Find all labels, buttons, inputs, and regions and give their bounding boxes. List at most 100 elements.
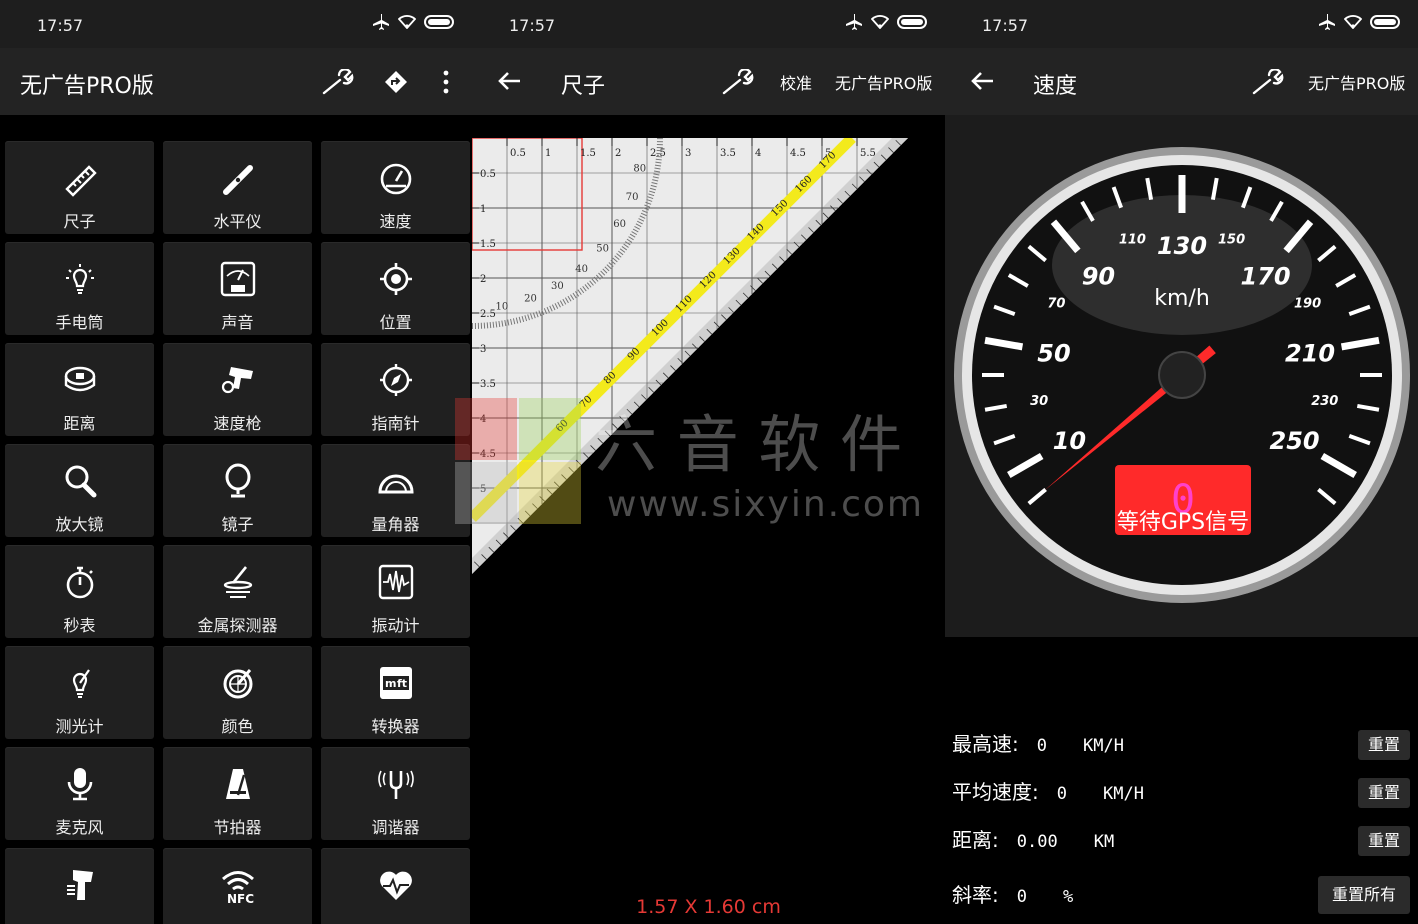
speedometer-icon bbox=[377, 159, 415, 197]
battery-icon bbox=[424, 15, 454, 29]
tool-tile-magnifier[interactable]: 放大镜 bbox=[5, 444, 154, 537]
measurement-readout: 1.57 X 1.60 cm bbox=[636, 896, 781, 918]
left-tick-label: 4.5 bbox=[480, 449, 496, 460]
ruler-icon bbox=[61, 159, 99, 197]
tool-tile-stopwatch[interactable]: 秒表 bbox=[5, 545, 154, 638]
ruler-screen: 17:57 尺子 校准 无广告PRO版 0.5 1 1.5 2 2.5 3 3.5 4 4.5 5… bbox=[472, 0, 945, 924]
airplane-mode-icon bbox=[846, 14, 862, 30]
tool-tile-barcode-scanner[interactable] bbox=[5, 848, 154, 924]
left-tick-label: 0.5 bbox=[480, 169, 496, 180]
tool-tile-sound-meter[interactable]: 声音 bbox=[163, 242, 312, 335]
tool-tile-vibrometer[interactable]: 振动计 bbox=[321, 545, 470, 638]
tool-tile-label: 放大镜 bbox=[55, 515, 104, 534]
wrench-icon[interactable] bbox=[322, 69, 354, 95]
tool-tile-label: 麦克风 bbox=[55, 818, 104, 837]
app-bar: 速度 无广告PRO版 bbox=[945, 48, 1418, 115]
tool-tile-metal-detector[interactable]: 金属探测器 bbox=[163, 545, 312, 638]
tool-tile-label: 水平仪 bbox=[213, 212, 262, 231]
directions-icon[interactable] bbox=[384, 70, 408, 94]
tool-tile-tape-measure[interactable]: 距离 bbox=[5, 343, 154, 436]
gauge-minor-label: 150 bbox=[1218, 233, 1245, 248]
set-square-ruler[interactable]: 0.5 1 1.5 2 2.5 3 3.5 4 4.5 5 5.50.511.522.533.544… bbox=[472, 138, 912, 578]
tool-tile-protractor[interactable]: 量角器 bbox=[321, 444, 470, 537]
color-picker-icon bbox=[219, 664, 257, 702]
tool-tile-label: 手电筒 bbox=[55, 313, 104, 332]
stat-row: 平均速度: 0 KM/H bbox=[952, 776, 1144, 805]
reset-all-button[interactable]: 重置所有 bbox=[1317, 876, 1410, 914]
top-tick-label: 3.5 bbox=[720, 148, 736, 159]
left-tick-label: 1 bbox=[480, 204, 486, 215]
location-icon bbox=[377, 260, 415, 298]
tool-tile-level[interactable]: 水平仪 bbox=[163, 141, 312, 234]
tool-tile-flashlight[interactable]: 手电筒 bbox=[5, 242, 154, 335]
tool-tile-label: 秒表 bbox=[63, 616, 96, 635]
stat-label: 距离: bbox=[952, 828, 999, 852]
airplane-mode-icon bbox=[373, 14, 389, 30]
tool-tile-microphone[interactable]: 麦克风 bbox=[5, 747, 154, 840]
protractor-icon bbox=[377, 462, 415, 500]
calibrate-button[interactable]: 校准 bbox=[780, 70, 812, 94]
gauge-major-label: 10 bbox=[1053, 427, 1086, 455]
tool-tile-label: 颜色 bbox=[221, 717, 254, 736]
tool-tile-tuning-fork[interactable]: 调谐器 bbox=[321, 747, 470, 840]
angle-tick-label: 40 bbox=[575, 264, 588, 275]
wrench-icon[interactable] bbox=[1252, 69, 1284, 95]
reset-button[interactable]: 重置 bbox=[1357, 778, 1410, 808]
sound-meter-icon bbox=[219, 260, 257, 298]
battery-icon bbox=[1370, 15, 1400, 29]
wrench-icon[interactable] bbox=[722, 69, 754, 95]
angle-tick-label: 70 bbox=[626, 192, 639, 203]
pro-version-button[interactable]: 无广告PRO版 bbox=[835, 70, 932, 94]
tool-tile-location[interactable]: 位置 bbox=[321, 242, 470, 335]
gauge-hub bbox=[1158, 351, 1206, 399]
tool-tile-color-picker[interactable]: 颜色 bbox=[163, 646, 312, 739]
reset-button[interactable]: 重置 bbox=[1357, 730, 1410, 760]
back-arrow-icon[interactable] bbox=[969, 68, 995, 94]
tool-tile-label: 金属探测器 bbox=[197, 616, 278, 635]
tool-tile-label: 转换器 bbox=[371, 717, 420, 736]
tool-tile-speedometer[interactable]: 速度 bbox=[321, 141, 470, 234]
status-time: 17:57 bbox=[982, 16, 1029, 35]
airplane-mode-icon bbox=[1319, 14, 1335, 30]
status-bar: 17:57 bbox=[945, 0, 1418, 48]
tool-tile-light-meter[interactable]: 测光计 bbox=[5, 646, 154, 739]
tool-tile-nfc[interactable]: NFC bbox=[163, 848, 312, 924]
svg-text:NFC: NFC bbox=[227, 892, 254, 904]
pro-version-button[interactable]: 无广告PRO版 bbox=[1308, 70, 1405, 94]
angle-tick-label: 30 bbox=[551, 281, 564, 292]
reset-button[interactable]: 重置 bbox=[1357, 826, 1410, 856]
tool-tile-label: 测光计 bbox=[55, 717, 104, 736]
tool-tile-mirror[interactable]: 镜子 bbox=[163, 444, 312, 537]
app-title: 无广告PRO版 bbox=[20, 74, 154, 99]
gauge-minor-label: 230 bbox=[1311, 394, 1338, 409]
left-tick-label: 2 bbox=[480, 274, 486, 285]
top-tick-label: 4 bbox=[755, 148, 761, 159]
stat-label: 最高速: bbox=[952, 732, 1019, 756]
tool-tile-ruler[interactable]: 尺子 bbox=[5, 141, 154, 234]
status-bar: 17:57 bbox=[0, 0, 472, 48]
top-tick-label: 1 bbox=[545, 148, 551, 159]
vibrometer-icon bbox=[377, 563, 415, 601]
more-vert-icon[interactable] bbox=[442, 70, 450, 94]
tool-tile-compass[interactable]: 指南针 bbox=[321, 343, 470, 436]
gauge-major-label: 90 bbox=[1082, 262, 1115, 290]
wifi-icon bbox=[871, 15, 889, 29]
tool-tile-label: 节拍器 bbox=[213, 818, 262, 837]
level-icon bbox=[219, 159, 257, 197]
gauge-major-label: 50 bbox=[1037, 339, 1070, 367]
back-arrow-icon[interactable] bbox=[496, 68, 522, 94]
screen-title: 尺子 bbox=[561, 74, 606, 99]
tool-tile-label: 振动计 bbox=[371, 616, 420, 635]
left-tick-label: 1.5 bbox=[480, 239, 496, 250]
tool-tile-speed-gun[interactable]: 速度枪 bbox=[163, 343, 312, 436]
stat-unit: % bbox=[1063, 887, 1074, 907]
screen-title: 速度 bbox=[1033, 74, 1078, 99]
status-time: 17:57 bbox=[37, 16, 84, 35]
top-tick-label: 0.5 bbox=[510, 148, 526, 159]
metronome-icon bbox=[219, 765, 257, 803]
tool-tile-label: 声音 bbox=[221, 313, 254, 332]
tool-tile-metronome[interactable]: 节拍器 bbox=[163, 747, 312, 840]
tool-tile-heart-rate[interactable] bbox=[321, 848, 470, 924]
gauge-minor-label: 190 bbox=[1294, 297, 1321, 312]
tool-tile-converter[interactable]: m ft 转换器 bbox=[321, 646, 470, 739]
